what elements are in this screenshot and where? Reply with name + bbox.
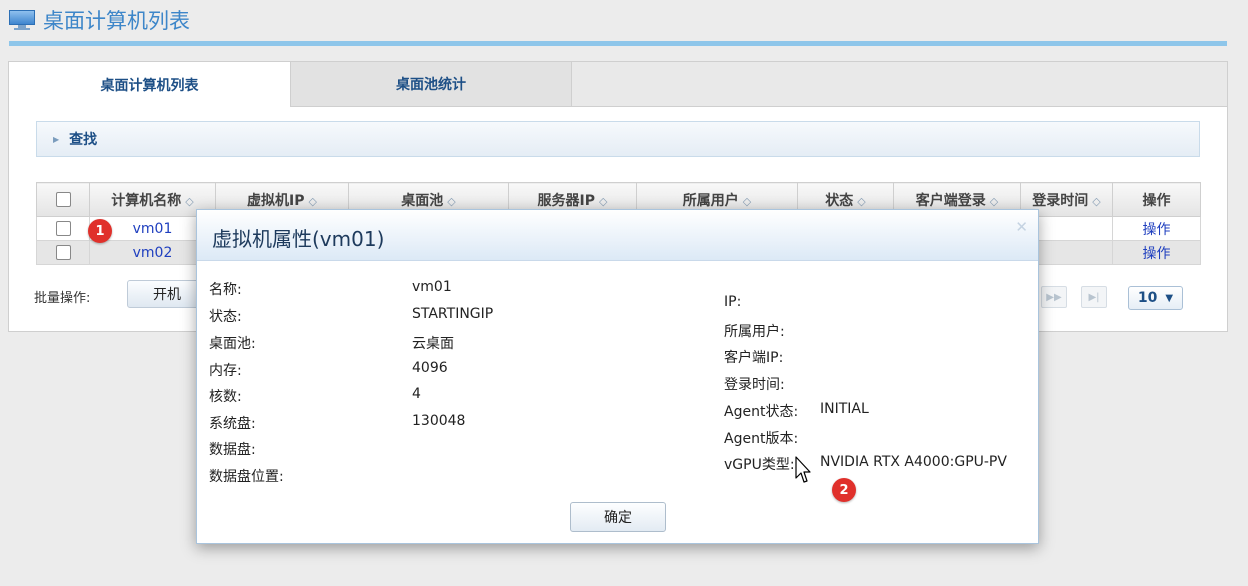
next-page-icon[interactable]: ▶▶ <box>1041 286 1067 308</box>
batch-label: 批量操作: <box>34 291 91 306</box>
confirm-button[interactable]: 确定 <box>570 502 666 532</box>
row-checkbox[interactable] <box>55 221 71 236</box>
select-all-cell[interactable] <box>36 182 90 217</box>
tab-bar: 桌面计算机列表 桌面池统计 <box>9 62 1227 107</box>
prop-label: 数据盘位置: <box>209 469 284 485</box>
sort-icon[interactable]: ◇ <box>857 195 865 208</box>
sort-icon[interactable]: ◇ <box>990 195 998 208</box>
prop-label: 内存: <box>209 363 242 379</box>
prop-value: 4 <box>412 386 421 402</box>
tab-desktop-list[interactable]: 桌面计算机列表 <box>9 62 291 107</box>
search-bar[interactable]: ▶ 查找 <box>36 121 1200 157</box>
page-size-select[interactable]: 10 ▼ <box>1128 286 1183 310</box>
sort-icon[interactable]: ◇ <box>309 195 317 208</box>
col-actions: 操作 <box>1112 182 1201 217</box>
prop-label: 所属用户: <box>724 324 785 340</box>
prop-label: vGPU类型: <box>724 457 795 473</box>
dialog-title: 虚拟机属性(vm01) <box>212 227 385 251</box>
prop-value: 130048 <box>412 413 466 429</box>
prop-value: NVIDIA RTX A4000:GPU-PV <box>820 454 1007 470</box>
prop-value: vm01 <box>412 279 452 295</box>
prop-label: 登录时间: <box>724 377 785 393</box>
vm-properties-dialog: 虚拟机属性(vm01) ✕ 名称: vm01 状态: STARTINGIP 桌面… <box>196 209 1039 544</box>
prop-label: 客户端IP: <box>724 350 784 366</box>
sort-icon[interactable]: ◇ <box>743 195 751 208</box>
prop-label: 数据盘: <box>209 442 256 458</box>
page-title: 桌面计算机列表 <box>43 9 190 33</box>
vm-name-link[interactable]: vm02 <box>133 245 173 261</box>
prop-value: STARTINGIP <box>412 306 494 322</box>
prop-label: 名称: <box>209 282 242 298</box>
row-checkbox[interactable] <box>55 245 71 260</box>
row-action-link[interactable]: 操作 <box>1143 222 1171 238</box>
prop-label: 桌面池: <box>209 336 256 352</box>
tab-pool-stats[interactable]: 桌面池统计 <box>291 62 572 106</box>
last-page-icon[interactable]: ▶| <box>1081 286 1107 308</box>
sort-icon[interactable]: ◇ <box>1092 195 1100 208</box>
page-header: 桌面计算机列表 <box>9 5 190 35</box>
prop-label: 系统盘: <box>209 416 256 432</box>
dialog-header: 虚拟机属性(vm01) ✕ <box>197 210 1038 261</box>
expand-arrow-icon[interactable]: ▶ <box>53 135 59 144</box>
prop-value: INITIAL <box>820 401 869 417</box>
mouse-cursor-icon <box>795 456 811 483</box>
prop-label: 核数: <box>209 389 242 405</box>
sort-icon[interactable]: ◇ <box>447 195 455 208</box>
annotation-marker-1: 1 <box>88 219 112 243</box>
prop-label: IP: <box>724 294 742 310</box>
prop-label: Agent状态: <box>724 404 799 420</box>
prop-value: 4096 <box>412 360 448 376</box>
chevron-down-icon: ▼ <box>1165 292 1174 304</box>
annotation-marker-2: 2 <box>832 478 856 502</box>
sort-icon[interactable]: ◇ <box>599 195 607 208</box>
prop-value: 云桌面 <box>412 336 454 352</box>
row-action-link[interactable]: 操作 <box>1143 246 1171 262</box>
search-label[interactable]: 查找 <box>69 129 97 149</box>
monitor-icon <box>9 10 35 30</box>
header-divider <box>9 41 1227 46</box>
prop-label: Agent版本: <box>724 431 799 447</box>
prop-label: 状态: <box>209 309 242 325</box>
close-icon[interactable]: ✕ <box>1015 218 1028 236</box>
vm-name-link[interactable]: vm01 <box>133 221 173 237</box>
sort-icon[interactable]: ◇ <box>185 195 193 208</box>
select-all-checkbox[interactable] <box>55 192 71 207</box>
